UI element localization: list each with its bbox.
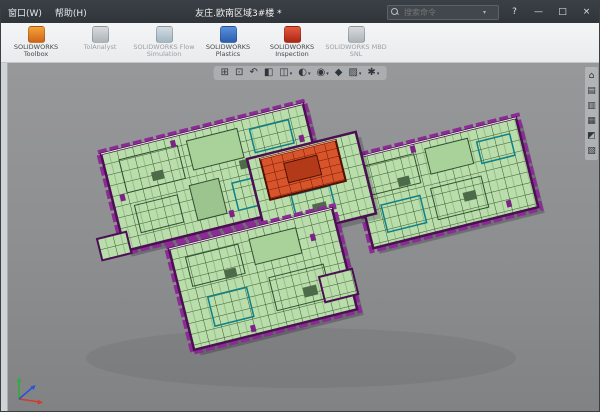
minimize-button[interactable]: — [530, 7, 547, 17]
search-input[interactable] [402, 7, 480, 18]
home-icon[interactable]: ⌂ [589, 71, 595, 81]
mbd-snl-button[interactable]: SOLIDWORKS MBD SNL [325, 25, 387, 60]
mbd-snl-icon [348, 26, 365, 43]
design-library-icon[interactable]: ▤ [587, 86, 596, 96]
addins-toolbar: SOLIDWORKS Toolbox TolAnalyst SOLIDWORKS… [1, 23, 599, 63]
titlebar: 窗口(W) 帮助(H) 友庄.欧南区域3#楼 * ▾ ? — □ × [1, 1, 599, 23]
display-style-icon[interactable]: ◐ ▾ [298, 67, 310, 79]
flow-simulation-label: SOLIDWORKS Flow Simulation [133, 44, 195, 59]
inspection-icon [284, 26, 301, 43]
toolbox-button[interactable]: SOLIDWORKS Toolbox [5, 25, 67, 60]
search-icon[interactable] [391, 8, 399, 16]
close-button[interactable]: × [578, 7, 595, 17]
zoom-area-glyph: ⊡ [235, 67, 243, 79]
toolbox-label: SOLIDWORKS Toolbox [5, 44, 67, 59]
display-style-glyph: ◐ [298, 67, 307, 79]
chevron-down-icon: ▾ [308, 69, 311, 79]
tolanalyst-icon [92, 26, 109, 43]
tolanalyst-label: TolAnalyst [84, 44, 117, 51]
command-search-box[interactable]: ▾ [387, 5, 499, 20]
flow-simulation-button[interactable]: SOLIDWORKS Flow Simulation [133, 25, 195, 60]
custom-properties-icon[interactable]: ▧ [587, 146, 596, 156]
toolbox-icon [28, 26, 45, 43]
view-orientation-icon[interactable]: ◫ ▾ [279, 67, 292, 79]
previous-view-icon[interactable]: ↶ [249, 67, 257, 79]
feature-panel-splitter[interactable] [1, 63, 8, 411]
maximize-button[interactable]: □ [554, 7, 571, 17]
plastics-button[interactable]: SOLIDWORKS Plastics [197, 25, 259, 60]
menu-item-help[interactable]: 帮助(H) [52, 5, 90, 20]
inspection-button[interactable]: SOLIDWORKS Inspection [261, 25, 323, 60]
file-explorer-icon[interactable]: ▥ [587, 101, 596, 111]
plastics-icon [220, 26, 237, 43]
zoom-fit-icon[interactable]: ⊞ [221, 67, 229, 79]
hide-show-items-glyph: ◉ [317, 67, 326, 79]
menu-item-window[interactable]: 窗口(W) [5, 5, 45, 20]
section-view-icon[interactable]: ◧ [264, 67, 273, 79]
tolanalyst-button[interactable]: TolAnalyst [69, 25, 131, 52]
view-palette-icon[interactable]: ▦ [587, 116, 596, 126]
task-pane-tabs: ⌂ ▤ ▥ ▦ ◩ ▧ [585, 67, 598, 160]
appearances-icon[interactable]: ◩ [587, 131, 596, 141]
view-orientation-glyph: ◫ [279, 67, 288, 79]
apply-scene-icon[interactable]: ▨ ▾ [348, 67, 361, 79]
zoom-fit-glyph: ⊞ [221, 67, 229, 79]
headsup-view-toolbar: ⊞ ⊡ ↶ ◧ ◫ ▾ ◐ ▾ ◉ ▾ ◆ [214, 66, 387, 80]
previous-view-glyph: ↶ [249, 67, 257, 79]
edit-appearance-glyph: ◆ [335, 67, 343, 79]
solidworks-window: 窗口(W) 帮助(H) 友庄.欧南区域3#楼 * ▾ ? — □ × SOLID… [0, 0, 600, 412]
plastics-label: SOLIDWORKS Plastics [197, 44, 259, 59]
chevron-down-icon: ▾ [359, 69, 362, 79]
chevron-down-icon: ▾ [290, 69, 293, 79]
edit-appearance-icon[interactable]: ◆ [335, 67, 343, 79]
zoom-area-icon[interactable]: ⊡ [235, 67, 243, 79]
inspection-label: SOLIDWORKS Inspection [261, 44, 323, 59]
hide-show-items-icon[interactable]: ◉ ▾ [317, 67, 329, 79]
chevron-down-icon: ▾ [377, 69, 380, 79]
section-view-glyph: ◧ [264, 67, 273, 79]
formwork-3d-model[interactable] [1, 63, 600, 412]
document-title: 友庄.欧南区域3#楼 * [97, 6, 380, 19]
graphics-viewport[interactable]: ⊞ ⊡ ↶ ◧ ◫ ▾ ◐ ▾ ◉ ▾ ◆ [1, 63, 599, 411]
view-settings-glyph: ✱ [367, 67, 375, 79]
apply-scene-glyph: ▨ [348, 67, 357, 79]
flow-simulation-icon [156, 26, 173, 43]
mbd-snl-label: SOLIDWORKS MBD SNL [325, 44, 387, 59]
view-settings-icon[interactable]: ✱ ▾ [367, 67, 379, 79]
search-chevron-down-icon[interactable]: ▾ [483, 9, 486, 16]
chevron-down-icon: ▾ [326, 69, 329, 79]
coordinate-triad-icon [9, 373, 45, 407]
help-button[interactable]: ? [506, 7, 523, 17]
